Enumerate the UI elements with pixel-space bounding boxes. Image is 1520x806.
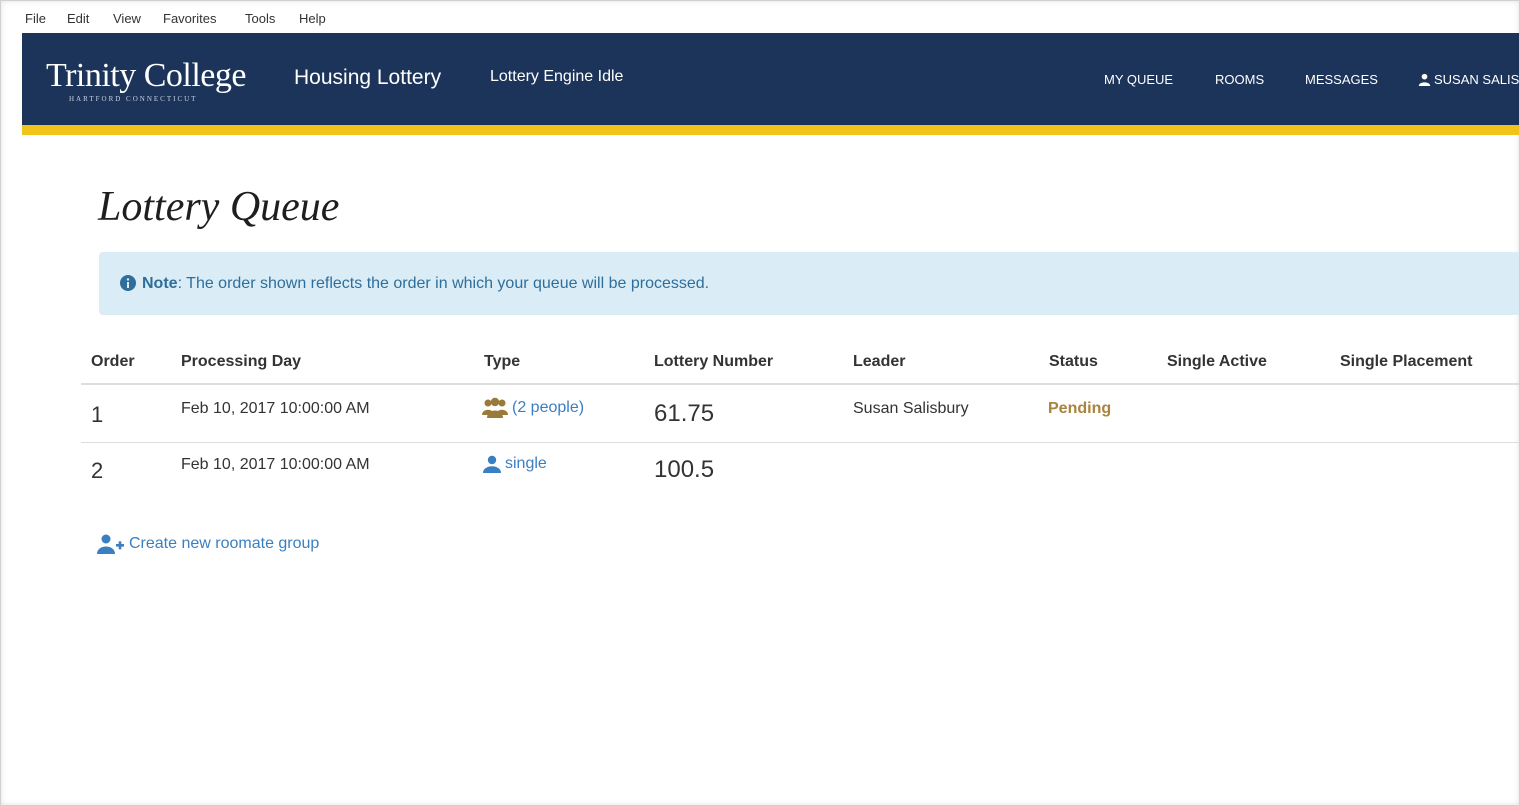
col-header-leader: Leader xyxy=(853,353,906,370)
nav-messages[interactable]: MESSAGES xyxy=(1305,72,1378,87)
group-icon xyxy=(482,397,508,418)
note-label: Note xyxy=(142,275,178,292)
menu-file[interactable]: File xyxy=(25,11,46,26)
row-type-label: single xyxy=(505,455,547,472)
note-message: : The order shown reflects the order in … xyxy=(177,275,710,292)
add-user-icon xyxy=(97,534,124,554)
college-logo-subtext: HARTFORD CONNECTICUT xyxy=(69,95,198,103)
row-type-link[interactable]: single xyxy=(483,455,547,473)
college-logo[interactable]: Trinity College xyxy=(46,57,247,95)
row-order: 1 xyxy=(91,402,104,427)
col-header-type: Type xyxy=(484,353,521,370)
menu-tools[interactable]: Tools xyxy=(245,11,275,26)
browser-menubar: File Edit View Favorites Tools Help xyxy=(23,1,1519,27)
nav-my-queue[interactable]: MY QUEUE xyxy=(1104,72,1173,87)
engine-status: Lottery Engine Idle xyxy=(490,68,624,85)
nav-user-menu[interactable]: SUSAN SALIS xyxy=(1418,72,1519,87)
menu-edit[interactable]: Edit xyxy=(67,11,89,26)
menu-help[interactable]: Help xyxy=(299,11,326,26)
row-processing-day: Feb 10, 2017 10:00:00 AM xyxy=(181,456,370,473)
row-lottery-number: 100.5 xyxy=(654,456,715,483)
col-header-order: Order xyxy=(91,353,135,370)
menu-view[interactable]: View xyxy=(113,11,141,26)
site-header: Trinity College HARTFORD CONNECTICUT Hou… xyxy=(22,33,1519,125)
browser-window: File Edit View Favorites Tools Help Trin… xyxy=(0,0,1520,806)
nav-user-name: SUSAN SALIS xyxy=(1434,72,1520,87)
create-roommate-group-link[interactable]: Create new roomate group xyxy=(97,534,319,554)
col-header-status: Status xyxy=(1049,353,1098,370)
page-title: Lottery Queue xyxy=(98,184,340,230)
row-type-link[interactable]: (2 people) xyxy=(482,397,584,419)
row-order: 2 xyxy=(91,458,104,483)
row-status-badge: Pending xyxy=(1048,400,1112,417)
info-note: Note: The order shown reflects the order… xyxy=(99,252,1519,315)
menu-favorites[interactable]: Favorites xyxy=(163,11,216,26)
info-circle-icon xyxy=(120,275,136,291)
table-row-divider xyxy=(81,442,1519,443)
nav-rooms[interactable]: ROOMS xyxy=(1215,72,1264,87)
row-processing-day: Feb 10, 2017 10:00:00 AM xyxy=(181,400,370,417)
create-roommate-group-label: Create new roomate group xyxy=(129,535,320,552)
table-header-divider xyxy=(81,383,1519,385)
user-icon xyxy=(1418,73,1431,86)
col-header-lottery-number: Lottery Number xyxy=(654,353,774,370)
header-accent-bar xyxy=(22,125,1519,135)
note-text: Note: The order shown reflects the order… xyxy=(142,275,709,293)
row-leader: Susan Salisbury xyxy=(853,400,969,417)
col-header-single-placement: Single Placement xyxy=(1340,353,1473,370)
app-title[interactable]: Housing Lottery xyxy=(294,66,441,90)
col-header-single-active: Single Active xyxy=(1167,353,1267,370)
user-icon xyxy=(483,455,501,473)
col-header-processing-day: Processing Day xyxy=(181,353,302,370)
row-type-label: (2 people) xyxy=(512,399,585,416)
row-lottery-number: 61.75 xyxy=(654,400,715,427)
